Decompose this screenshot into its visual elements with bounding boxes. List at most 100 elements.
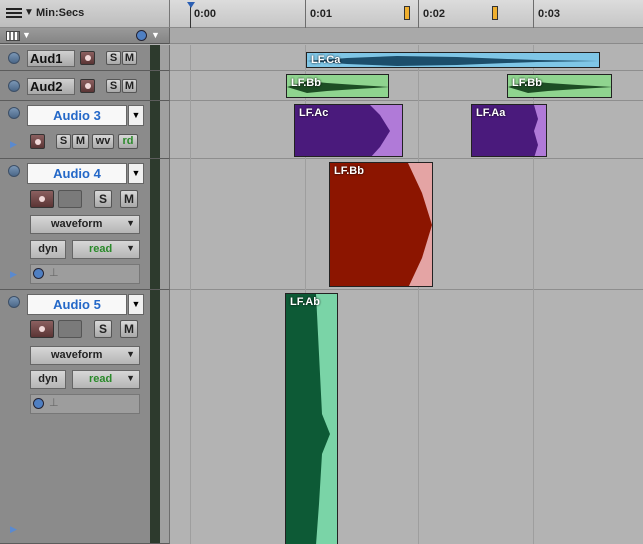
track-name[interactable]: Aud1 xyxy=(27,50,75,67)
automation-mode-label: read xyxy=(89,373,113,385)
track-view-label: waveform xyxy=(51,349,103,361)
timebase-label[interactable]: Min:Secs xyxy=(36,7,84,19)
track-options-bar: ▼ ▼ xyxy=(0,28,170,44)
ruler-tick-0 xyxy=(190,6,191,28)
track-extra-controls: ⊥ xyxy=(30,264,140,284)
expand-triangle-icon[interactable]: ▶ xyxy=(10,524,17,535)
dynamic-plugin-button[interactable]: dyn xyxy=(30,240,66,259)
track-disclosure-icon[interactable] xyxy=(8,107,20,119)
clip-name: LF.Bb xyxy=(334,165,364,177)
clip-name: LF.Ab xyxy=(290,296,320,308)
track-disclosure-icon[interactable] xyxy=(8,296,20,308)
solo-button[interactable]: S xyxy=(94,320,112,338)
track-lane-audio5[interactable] xyxy=(170,290,643,544)
track-color-strip xyxy=(160,101,170,159)
automation-mode-selector[interactable]: read ▼ xyxy=(72,240,140,259)
solo-button[interactable]: S xyxy=(94,190,112,208)
track-color-strip xyxy=(160,71,170,101)
dropdown-arrow-icon: ▼ xyxy=(126,243,135,253)
input-monitor-button[interactable] xyxy=(58,320,82,338)
waveform-view-button[interactable]: wv xyxy=(92,134,114,149)
ruler-tick-label-0: 0:00 xyxy=(194,8,217,20)
ruler-header-left: ▼ Min:Secs xyxy=(0,0,170,28)
mute-button[interactable]: M xyxy=(72,134,89,149)
ruler-tick-label-2: 0:02 xyxy=(423,8,446,20)
track-header-audio3: Audio 3 ▼ ▶ S M wv rd xyxy=(0,101,150,159)
ruler-tick-1 xyxy=(305,0,306,28)
clip-waveform xyxy=(286,294,330,544)
track-name-menu-arrow-icon[interactable]: ▼ xyxy=(128,105,144,126)
track-name[interactable]: Audio 4 xyxy=(27,163,127,184)
automation-mode-label: read xyxy=(89,243,113,255)
track-name-menu-arrow-icon[interactable]: ▼ xyxy=(128,163,144,184)
voice-icon[interactable]: ⊥ xyxy=(49,266,59,279)
mute-button[interactable]: M xyxy=(120,190,138,208)
mute-button[interactable]: M xyxy=(122,51,137,65)
clock-icon[interactable] xyxy=(136,30,147,41)
solo-button[interactable]: S xyxy=(56,134,71,149)
track-disclosure-icon[interactable] xyxy=(8,52,20,64)
track-disclosure-icon[interactable] xyxy=(8,165,20,177)
timebase-dropdown-arrow-icon[interactable]: ▼ xyxy=(24,7,34,18)
track-name[interactable]: Aud2 xyxy=(27,78,75,95)
audio-clip[interactable]: LF.Bb xyxy=(507,74,612,98)
record-enable-button[interactable] xyxy=(30,134,45,149)
level-meter xyxy=(150,290,160,544)
audio-clip[interactable]: LF.Ca xyxy=(306,52,600,68)
selection-start-marker-icon[interactable] xyxy=(404,6,410,20)
input-monitor-button[interactable] xyxy=(58,190,82,208)
track-view-selector[interactable]: waveform ▼ xyxy=(30,215,140,234)
timebase-icon[interactable] xyxy=(33,268,44,279)
automation-read-button[interactable]: rd xyxy=(118,134,138,149)
track-header-audio4: Audio 4 ▼ S M waveform ▼ dyn read ▼ ▶ ⊥ xyxy=(0,159,150,290)
audio-clip[interactable]: LF.Bb xyxy=(329,162,433,287)
track-disclosure-icon[interactable] xyxy=(8,80,20,92)
track-list-menu-icon[interactable] xyxy=(6,8,22,20)
track-color-strip xyxy=(160,290,170,544)
track-extra-controls: ⊥ xyxy=(30,394,140,414)
mute-button[interactable]: M xyxy=(120,320,138,338)
audio-clip[interactable]: LF.Ac xyxy=(294,104,403,157)
audio-clip[interactable]: LF.Ab xyxy=(285,293,338,544)
audio-clip[interactable]: LF.Aa xyxy=(471,104,547,157)
level-meter xyxy=(150,159,160,290)
track-header-aud2: Aud2 S M xyxy=(0,71,150,101)
record-enable-button[interactable] xyxy=(80,51,95,65)
ruler-subbar xyxy=(170,28,643,44)
mute-button[interactable]: M xyxy=(122,79,137,93)
expand-triangle-icon[interactable]: ▶ xyxy=(10,139,17,150)
ruler-tick-label-3: 0:03 xyxy=(538,8,561,20)
grid-line xyxy=(190,45,191,544)
track-header-audio5: Audio 5 ▼ S M waveform ▼ dyn read ▼ ⊥ ▶ xyxy=(0,290,150,544)
clip-name: LF.Ac xyxy=(299,107,329,119)
clip-waveform xyxy=(307,56,599,66)
audio-clip[interactable]: LF.Bb xyxy=(286,74,389,98)
selection-end-marker-icon[interactable] xyxy=(492,6,498,20)
track-name-menu-arrow-icon[interactable]: ▼ xyxy=(128,294,144,315)
level-meter xyxy=(150,45,160,71)
clip-name: LF.Bb xyxy=(512,77,542,89)
track-name[interactable]: Audio 5 xyxy=(27,294,127,315)
solo-button[interactable]: S xyxy=(106,51,121,65)
voice-icon[interactable]: ⊥ xyxy=(49,396,59,409)
dynamic-plugin-button[interactable]: dyn xyxy=(30,370,66,389)
expand-triangle-icon[interactable]: ▶ xyxy=(10,269,17,280)
record-enable-button[interactable] xyxy=(30,320,54,338)
track-height-icon[interactable] xyxy=(6,31,20,41)
record-enable-button[interactable] xyxy=(80,79,95,93)
dropdown-arrow-icon: ▼ xyxy=(126,349,135,359)
grid-line xyxy=(418,45,419,544)
track-name[interactable]: Audio 3 xyxy=(27,105,127,126)
track-color-strip xyxy=(160,159,170,290)
track-view-selector[interactable]: waveform ▼ xyxy=(30,346,140,365)
clock-menu-arrow-icon[interactable]: ▼ xyxy=(151,30,160,40)
solo-button[interactable]: S xyxy=(106,79,121,93)
automation-mode-selector[interactable]: read ▼ xyxy=(72,370,140,389)
track-height-arrow-icon[interactable]: ▼ xyxy=(22,30,31,40)
track-lane-audio3[interactable] xyxy=(170,101,643,159)
timeline-ruler[interactable]: 0:00 0:01 0:02 0:03 xyxy=(170,0,643,28)
ruler-tick-2 xyxy=(418,0,419,28)
record-enable-button[interactable] xyxy=(30,190,54,208)
timebase-icon[interactable] xyxy=(33,398,44,409)
clip-name: LF.Aa xyxy=(476,107,506,119)
